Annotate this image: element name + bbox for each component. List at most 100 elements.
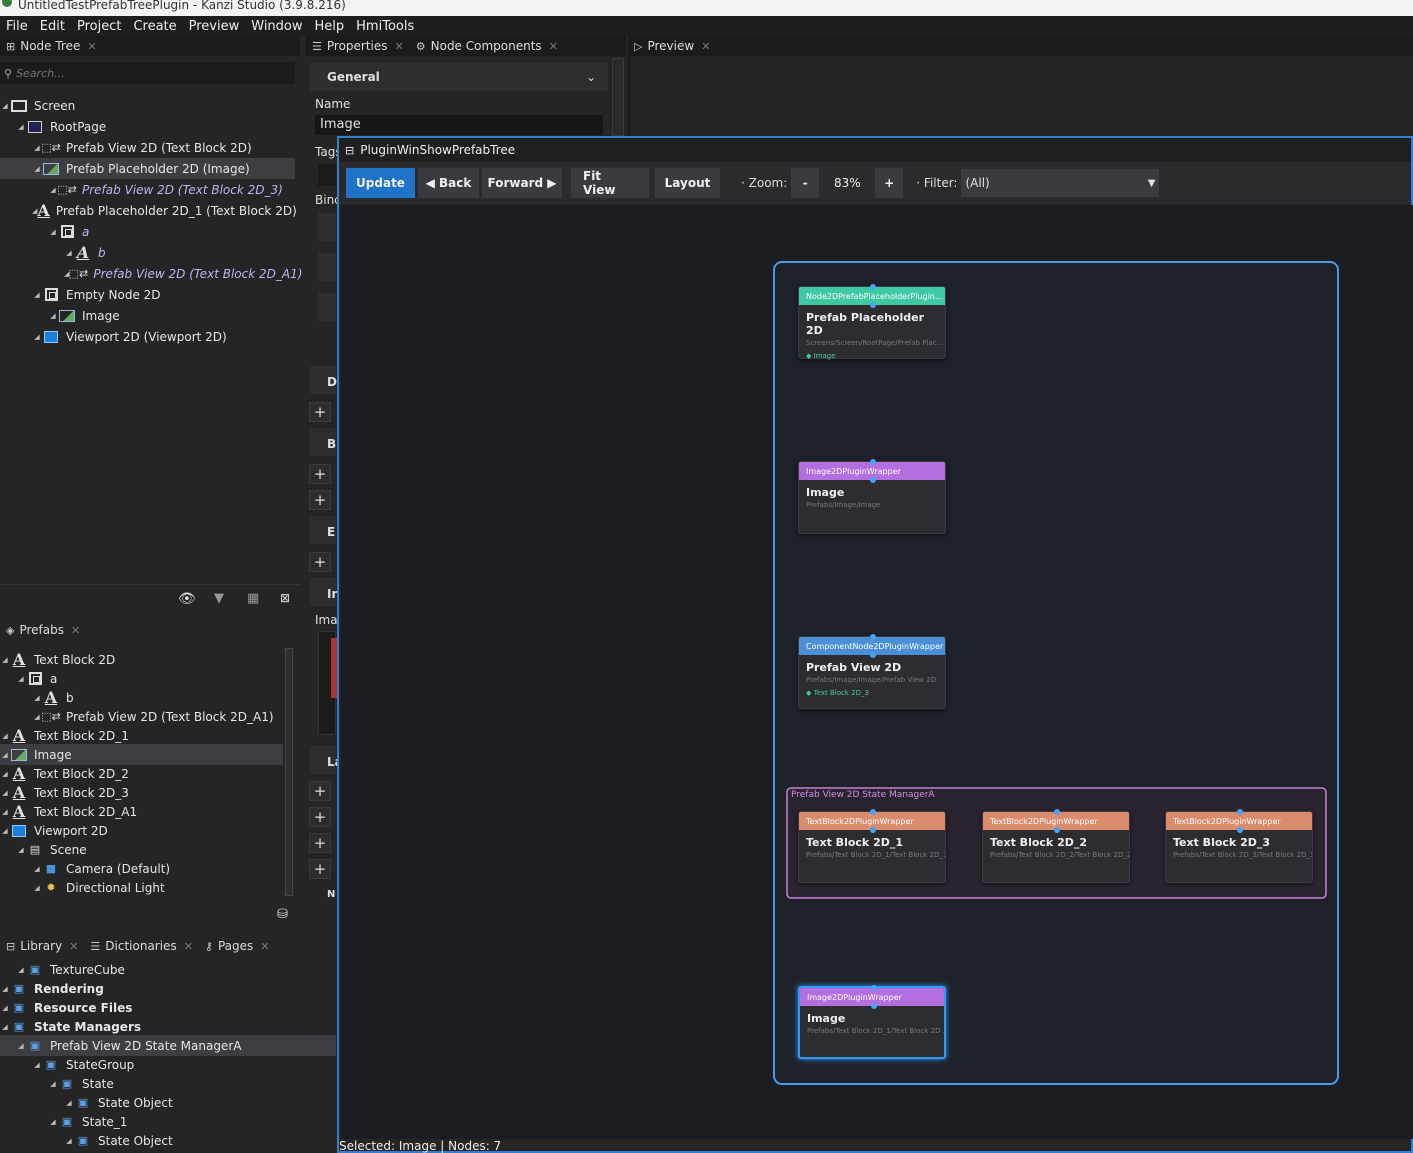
menu-create[interactable]: Create	[127, 19, 182, 34]
output-port[interactable]	[1237, 827, 1243, 833]
library-item[interactable]: ◢ ▣ State Object	[0, 1130, 336, 1151]
menu-file[interactable]: File	[0, 19, 34, 34]
grid-icon[interactable]: ▦	[247, 591, 259, 606]
tags-field[interactable]	[318, 164, 336, 186]
properties-scrollbar[interactable]	[612, 58, 624, 136]
expand-arrow-icon[interactable]: ◢	[16, 675, 26, 683]
prefab-item[interactable]: ◢ A Text Block 2D_3	[0, 782, 283, 803]
output-port[interactable]	[871, 1003, 877, 1009]
expand-arrow-icon[interactable]: ◢	[0, 808, 10, 816]
name-field[interactable]: Image	[315, 115, 603, 135]
add-button[interactable]: +	[309, 833, 331, 853]
expand-arrow-icon[interactable]: ◢	[32, 694, 42, 702]
library-item[interactable]: ◢ ▣ StateGroup	[0, 1054, 336, 1075]
prefab-item[interactable]: ◢ A Text Block 2D_2	[0, 763, 283, 784]
expand-arrow-icon[interactable]: ◢	[32, 884, 42, 892]
expand-arrow-icon[interactable]: ◢	[32, 865, 42, 873]
tab-library[interactable]: ⊟ Library ✕	[0, 936, 84, 956]
prefabs-scrollbar[interactable]	[285, 648, 293, 896]
close-icon[interactable]: ✕	[69, 940, 78, 953]
expand-arrow-icon[interactable]: ◢	[32, 165, 42, 173]
graph-node[interactable]: ComponentNode2DPluginWrapper Prefab View …	[798, 634, 946, 709]
visibility-icon[interactable]: 👁	[178, 591, 196, 607]
menu-hmitools[interactable]: HmiTools	[350, 19, 420, 34]
add-button[interactable]: +	[309, 552, 331, 572]
tree-node[interactable]: ◢ ⬚⇄ Prefab View 2D (Text Block 2D_A1)	[0, 263, 302, 284]
tree-node[interactable]: ◢ Empty Node 2D	[0, 284, 295, 305]
expand-arrow-icon[interactable]: ◢	[48, 312, 58, 320]
output-port[interactable]	[1054, 827, 1060, 833]
expand-arrow-icon[interactable]: ◢	[0, 1023, 10, 1031]
menu-preview[interactable]: Preview	[183, 19, 246, 34]
expand-arrow-icon[interactable]: ◢	[0, 751, 10, 759]
add-prefab-icon[interactable]: ⛁	[277, 907, 288, 922]
prefab-item[interactable]: ◢ Image	[0, 744, 283, 765]
filter-select[interactable]: (All) ▼	[961, 169, 1160, 197]
section-d-header[interactable]: D	[310, 366, 337, 394]
tree-node[interactable]: ◢ Prefab Placeholder 2D (Image)	[0, 158, 295, 179]
back-button[interactable]: ◀ Back	[418, 168, 479, 198]
expand-arrow-icon[interactable]: ◢	[32, 1061, 42, 1069]
add-button[interactable]: +	[309, 490, 331, 510]
output-port[interactable]	[870, 477, 876, 483]
tree-node[interactable]: ◢ Image	[0, 305, 295, 326]
close-icon[interactable]: ✕	[549, 40, 558, 53]
tree-node[interactable]: ◢ A Prefab Placeholder 2D_1 (Text Block 2D…	[0, 200, 297, 221]
library-item[interactable]: ◢ ▣ State	[0, 1073, 336, 1094]
section-in-header[interactable]: In	[310, 578, 340, 606]
input-port[interactable]	[870, 284, 876, 290]
close-icon[interactable]: ✕	[260, 940, 269, 953]
graph-node[interactable]: TextBlock2DPluginWrapper Text Block 2D_1 P…	[798, 809, 946, 883]
expand-arrow-icon[interactable]: ◢	[48, 1080, 58, 1088]
input-port[interactable]	[870, 634, 876, 640]
menu-edit[interactable]: Edit	[34, 19, 71, 34]
tab-properties[interactable]: ☰ Properties ✕	[306, 36, 410, 56]
layout-button[interactable]: Layout	[655, 168, 720, 198]
graph-node[interactable]: TextBlock2DPluginWrapper Text Block 2D_3 P…	[1165, 809, 1313, 883]
tab-node-components[interactable]: ⚙ Node Components ✕	[410, 36, 564, 56]
section-e-header[interactable]: E	[310, 516, 336, 544]
output-port[interactable]	[870, 827, 876, 833]
zoom-out-button[interactable]: -	[791, 168, 820, 198]
tree-node[interactable]: ◢ Viewport 2D (Viewport 2D)	[0, 326, 295, 347]
expand-arrow-icon[interactable]: ◢	[48, 228, 58, 236]
prefab-item[interactable]: ◢ A Text Block 2D_A1	[0, 801, 283, 822]
prefab-item[interactable]: ◢ ■ Camera (Default)	[0, 858, 283, 879]
fit-view-button[interactable]: Fit View	[571, 168, 649, 198]
library-item[interactable]: ◢ ▣ Resource Files	[0, 997, 336, 1018]
input-port[interactable]	[870, 809, 876, 815]
expand-arrow-icon[interactable]: ◢	[16, 966, 26, 974]
tree-node[interactable]: ◢ RootPage	[0, 116, 295, 137]
tree-node[interactable]: ◢ Screen	[0, 95, 295, 116]
tree-node[interactable]: ◢ a	[0, 221, 295, 242]
menu-help[interactable]: Help	[309, 19, 351, 34]
close-icon[interactable]: ✕	[395, 40, 404, 53]
output-port[interactable]	[870, 652, 876, 658]
prefab-item[interactable]: ◢ ▤ Scene	[0, 839, 283, 860]
output-port[interactable]	[870, 302, 876, 308]
section-b-header[interactable]: B	[310, 428, 336, 456]
menu-project[interactable]: Project	[71, 19, 127, 34]
expand-arrow-icon[interactable]: ◢	[32, 333, 42, 341]
graph-node[interactable]: Node2DPrefabPlaceholderPlugin... Prefab P…	[798, 284, 946, 360]
graph-node[interactable]: Image2DPluginWrapper Image Prefabs/Text Bl…	[798, 985, 946, 1059]
library-item[interactable]: ◢ ▣ State_1	[0, 1111, 336, 1132]
add-button[interactable]: +	[309, 464, 331, 484]
expand-arrow-icon[interactable]: ◢	[16, 1042, 26, 1050]
graph-node[interactable]: Image2DPluginWrapper Image Prefabs/Image/I…	[798, 459, 946, 534]
expand-arrow-icon[interactable]: ◢	[0, 985, 10, 993]
prefab-item[interactable]: ◢ A Text Block 2D	[0, 649, 283, 670]
prefab-item[interactable]: ◢ ⬚⇄ Prefab View 2D (Text Block 2D_A1)	[0, 706, 283, 727]
expand-arrow-icon[interactable]: ◢	[48, 1118, 58, 1126]
close-icon[interactable]: ✕	[184, 940, 193, 953]
tab-preview[interactable]: ▷ Preview ✕	[628, 36, 716, 56]
tab-prefabs[interactable]: ◈ Prefabs ✕	[0, 620, 86, 640]
input-port[interactable]	[1237, 809, 1243, 815]
input-port[interactable]	[870, 459, 876, 465]
tree-node[interactable]: ◢ Ab	[0, 242, 295, 263]
library-item[interactable]: ◢ ▣ State Object	[0, 1092, 336, 1113]
prefab-item[interactable]: ◢ Viewport 2D	[0, 820, 283, 841]
expand-arrow-icon[interactable]: ◢	[64, 249, 74, 257]
library-item[interactable]: ◢ ▣ Prefab View 2D State ManagerA	[0, 1035, 336, 1056]
expand-arrow-icon[interactable]: ◢	[0, 789, 10, 797]
